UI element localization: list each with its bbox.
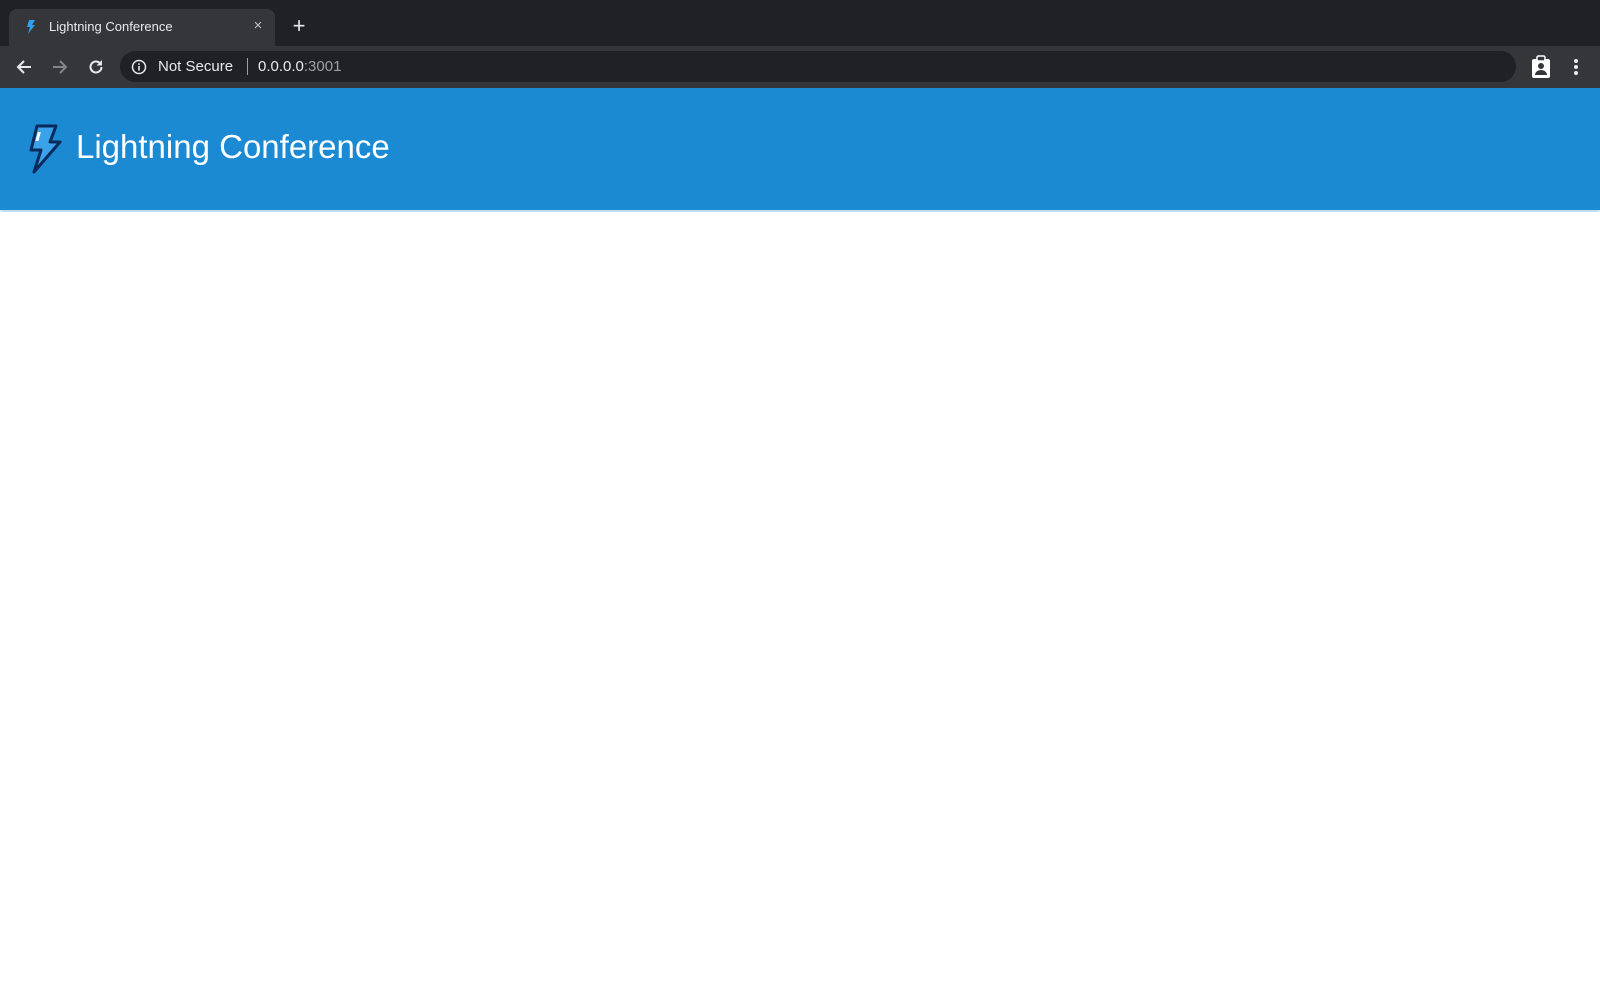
arrow-left-icon <box>16 60 31 74</box>
kebab-menu-icon[interactable] <box>1568 55 1584 79</box>
forward-button[interactable] <box>47 54 73 80</box>
browser-toolbar: Not Secure 0.0.0.0:3001 <box>0 46 1600 88</box>
app-title[interactable]: Lightning Conference <box>76 128 390 166</box>
url-text[interactable]: 0.0.0.0:3001 <box>258 58 341 75</box>
tab-close-button[interactable]: × <box>249 17 267 35</box>
browser-tabstrip: Lightning Conference × + <box>0 0 1600 46</box>
lightning-bolt-icon[interactable] <box>28 124 62 174</box>
reload-button[interactable] <box>83 54 109 80</box>
app-header: Lightning Conference <box>0 88 1600 210</box>
address-bar[interactable]: Not Secure 0.0.0.0:3001 <box>120 51 1516 82</box>
browser-tab[interactable]: Lightning Conference × <box>9 9 275 46</box>
arrow-right-icon <box>53 60 68 74</box>
omnibox-divider <box>247 58 248 75</box>
back-button[interactable] <box>11 54 37 80</box>
clipboard-badge-icon[interactable] <box>1530 55 1552 79</box>
url-port: :3001 <box>303 58 342 75</box>
reload-icon <box>89 60 103 74</box>
new-tab-button[interactable]: + <box>288 15 310 37</box>
info-icon[interactable] <box>131 59 147 75</box>
main-content <box>0 212 1600 1000</box>
url-host: 0.0.0.0 <box>258 58 304 75</box>
security-status[interactable]: Not Secure <box>158 58 233 75</box>
lightning-bolt-icon <box>27 20 35 34</box>
tab-title: Lightning Conference <box>49 19 173 34</box>
